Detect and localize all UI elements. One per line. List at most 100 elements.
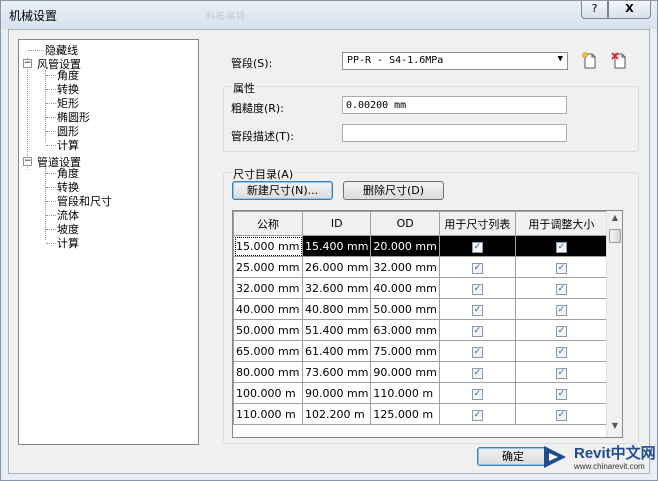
id-cell[interactable]: 15.400 mm	[301, 235, 372, 257]
checkbox[interactable]: ✓	[471, 368, 483, 379]
size-catalog-table[interactable]: 公称 ID OD 用于尺寸列表 用于调整大小 15.000 mm 15.400 m…	[232, 210, 623, 438]
roughness-input[interactable]	[342, 96, 567, 114]
used-in-sizing-cell[interactable]: ✓	[514, 382, 608, 404]
nominal-cell[interactable]: 110.000 m	[233, 403, 303, 425]
checkbox[interactable]: ✓	[471, 242, 483, 253]
id-cell[interactable]: 32.600 mm	[301, 277, 372, 299]
table-row[interactable]: 65.000 mm 61.400 mm 75.000 mm ✓ ✓	[233, 340, 608, 362]
tree-item-fluids[interactable]: 流体	[57, 209, 79, 222]
table-row[interactable]: 100.000 m 90.000 mm 110.000 m ✓ ✓	[233, 382, 608, 404]
nominal-cell[interactable]: 100.000 m	[233, 382, 303, 404]
od-cell[interactable]: 63.000 mm	[370, 319, 440, 341]
used-in-sizing-cell[interactable]: ✓	[514, 403, 608, 425]
table-row[interactable]: 32.000 mm 32.600 mm 40.000 mm ✓ ✓	[233, 277, 608, 299]
tree-item-pipe-conversion[interactable]: 转换	[57, 181, 79, 194]
table-row[interactable]: 15.000 mm 15.400 mm 20.000 mm ✓ ✓	[233, 235, 608, 257]
tree-item-duct-round[interactable]: 圆形	[57, 125, 79, 138]
checkbox[interactable]: ✓	[471, 389, 483, 400]
table-scrollbar[interactable]: ▲ ▼	[606, 211, 622, 437]
collapse-icon[interactable]: −	[23, 157, 32, 166]
id-cell[interactable]: 90.000 mm	[301, 382, 372, 404]
close-button[interactable]: X	[608, 1, 651, 19]
checkbox[interactable]: ✓	[555, 284, 567, 295]
tree-item-duct-conversion[interactable]: 转换	[57, 83, 79, 96]
used-in-size-lists-cell[interactable]: ✓	[438, 298, 516, 320]
tree-item-duct-angle[interactable]: 角度	[57, 69, 79, 82]
checkbox[interactable]: ✓	[555, 347, 567, 358]
used-in-sizing-cell[interactable]: ✓	[514, 298, 608, 320]
table-row[interactable]: 25.000 mm 26.000 mm 32.000 mm ✓ ✓	[233, 256, 608, 278]
id-cell[interactable]: 73.600 mm	[301, 361, 372, 383]
used-in-size-lists-cell[interactable]: ✓	[438, 235, 516, 257]
column-header-id[interactable]: ID	[301, 211, 372, 236]
delete-size-button[interactable]: 删除尺寸(D)	[343, 181, 444, 200]
tree-item-hidden-lines[interactable]: 隐藏线	[45, 44, 78, 57]
checkbox[interactable]: ✓	[555, 242, 567, 253]
checkbox[interactable]: ✓	[555, 326, 567, 337]
scroll-down-icon[interactable]: ▼	[609, 421, 621, 435]
od-cell[interactable]: 110.000 m	[370, 382, 440, 404]
tree-item-slopes[interactable]: 坡度	[57, 223, 79, 236]
used-in-sizing-cell[interactable]: ✓	[514, 235, 608, 257]
checkbox[interactable]: ✓	[555, 305, 567, 316]
segment-description-input[interactable]	[342, 124, 567, 142]
od-cell[interactable]: 75.000 mm	[370, 340, 440, 362]
used-in-sizing-cell[interactable]: ✓	[514, 277, 608, 299]
used-in-size-lists-cell[interactable]: ✓	[438, 256, 516, 278]
segment-dropdown[interactable]: PP-R - S4-1.6MPa ▼	[342, 52, 568, 70]
od-cell[interactable]: 32.000 mm	[370, 256, 440, 278]
nominal-cell[interactable]: 25.000 mm	[233, 256, 303, 278]
checkbox[interactable]: ✓	[555, 263, 567, 274]
tree-item-duct-calculation[interactable]: 计算	[57, 139, 79, 152]
id-cell[interactable]: 51.400 mm	[301, 319, 372, 341]
checkbox[interactable]: ✓	[555, 410, 567, 421]
used-in-sizing-cell[interactable]: ✓	[514, 361, 608, 383]
table-row[interactable]: 80.000 mm 73.600 mm 90.000 mm ✓ ✓	[233, 361, 608, 383]
od-cell[interactable]: 50.000 mm	[370, 298, 440, 320]
column-header-nominal[interactable]: 公称	[233, 211, 303, 236]
scroll-thumb[interactable]	[609, 229, 621, 243]
tree-item-duct-rectangular[interactable]: 矩形	[57, 97, 79, 110]
nominal-cell[interactable]: 40.000 mm	[233, 298, 303, 320]
used-in-sizing-cell[interactable]: ✓	[514, 256, 608, 278]
nominal-cell[interactable]: 32.000 mm	[233, 277, 303, 299]
id-cell[interactable]: 102.200 m	[301, 403, 372, 425]
checkbox[interactable]: ✓	[471, 410, 483, 421]
used-in-size-lists-cell[interactable]: ✓	[438, 382, 516, 404]
scroll-up-icon[interactable]: ▲	[609, 213, 621, 227]
used-in-sizing-cell[interactable]: ✓	[514, 319, 608, 341]
column-header-od[interactable]: OD	[370, 211, 440, 236]
nominal-cell[interactable]: 65.000 mm	[233, 340, 303, 362]
id-cell[interactable]: 40.800 mm	[301, 298, 372, 320]
checkbox[interactable]: ✓	[471, 347, 483, 358]
column-header-used-in-sizing[interactable]: 用于调整大小	[514, 211, 608, 236]
table-row[interactable]: 50.000 mm 51.400 mm 63.000 mm ✓ ✓	[233, 319, 608, 341]
tree-item-segments-and-sizes[interactable]: 管段和尺寸	[57, 195, 112, 208]
checkbox[interactable]: ✓	[471, 284, 483, 295]
id-cell[interactable]: 61.400 mm	[301, 340, 372, 362]
used-in-size-lists-cell[interactable]: ✓	[438, 319, 516, 341]
table-row[interactable]: 40.000 mm 40.800 mm 50.000 mm ✓ ✓	[233, 298, 608, 320]
od-cell[interactable]: 90.000 mm	[370, 361, 440, 383]
checkbox[interactable]: ✓	[471, 326, 483, 337]
od-cell[interactable]: 20.000 mm	[370, 235, 440, 257]
tree-item-duct-oval[interactable]: 椭圆形	[57, 111, 90, 124]
nominal-cell[interactable]: 50.000 mm	[233, 319, 303, 341]
settings-tree[interactable]: − − 隐藏线 风管设置 角度 转换 矩形 椭圆形 圆形 计算 管道设置 角度 …	[18, 39, 199, 445]
checkbox[interactable]: ✓	[555, 389, 567, 400]
used-in-size-lists-cell[interactable]: ✓	[438, 403, 516, 425]
delete-segment-button[interactable]	[610, 51, 630, 71]
tree-item-pipe-angle[interactable]: 角度	[57, 167, 79, 180]
used-in-size-lists-cell[interactable]: ✓	[438, 277, 516, 299]
od-cell[interactable]: 40.000 mm	[370, 277, 440, 299]
collapse-icon[interactable]: −	[23, 59, 32, 68]
used-in-size-lists-cell[interactable]: ✓	[438, 340, 516, 362]
checkbox[interactable]: ✓	[471, 263, 483, 274]
od-cell[interactable]: 125.000 m	[370, 403, 440, 425]
column-header-used-in-size-lists[interactable]: 用于尺寸列表	[438, 211, 516, 236]
table-row[interactable]: 110.000 m 102.200 m 125.000 m ✓ ✓	[233, 403, 608, 425]
id-cell[interactable]: 26.000 mm	[301, 256, 372, 278]
checkbox[interactable]: ✓	[471, 305, 483, 316]
checkbox[interactable]: ✓	[555, 368, 567, 379]
tree-item-pipe-calculation[interactable]: 计算	[57, 237, 79, 250]
